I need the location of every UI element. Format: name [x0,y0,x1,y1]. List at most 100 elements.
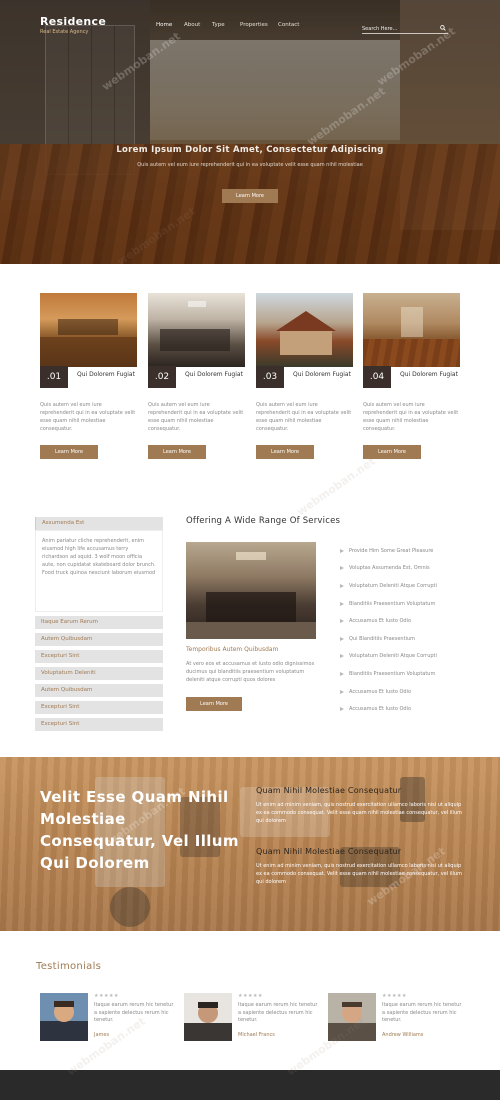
footer [0,1070,500,1100]
search-box [362,24,448,34]
chevron-right-icon [340,583,344,588]
testimonial-3: ★★★★★ Itaque earum rerum hic tenetur a s… [328,993,468,1043]
hero-learn-more-button[interactable]: Learn More [222,189,278,203]
accordion-body: Anim pariatur cliche reprehenderit, enim… [35,530,163,612]
chevron-right-icon [340,566,344,571]
hero-title: Lorem Ipsum Dolor Sit Amet, Consectetur … [116,145,384,155]
list-item[interactable]: Accusamus Et Iusto Odio [340,700,480,718]
list-item[interactable]: Accusamus Et Iusto Odio [340,683,480,701]
card-title: Qui Dolorem Fugiat [77,371,135,378]
testimonial-quote: Itaque earum rerum hic tenetur a sapient… [94,1002,174,1023]
accordion-item[interactable]: Excepturi Sint [35,650,163,663]
accordion-item[interactable]: Itaque Earum Rerum [35,616,163,629]
property-cards: .01 Qui Dolorem Fugiat Quis autem vel eu… [40,293,460,473]
accordion-item[interactable]: Excepturi Sint [35,701,163,714]
nav-item-type[interactable]: Type [212,22,240,28]
chevron-right-icon [340,601,344,606]
card-learn-more-button[interactable]: Learn More [363,445,421,459]
nav-item-home[interactable]: Home [156,22,184,28]
list-item[interactable]: Provide Him Some Great Pleasure [340,542,480,560]
hero-overlay [0,0,500,264]
services-list: Provide Him Some Great Pleasure Voluptas… [340,542,480,718]
services-image [186,542,316,639]
card-image-house[interactable] [256,293,353,367]
chevron-right-icon [340,636,344,641]
card-learn-more-button[interactable]: Learn More [148,445,206,459]
chevron-right-icon [340,671,344,676]
rating-stars: ★★★★★ [238,993,263,999]
card-title: Qui Dolorem Fugiat [400,371,458,378]
rating-stars: ★★★★★ [382,993,407,999]
card-number: .03 [256,366,284,388]
card-number: .02 [148,366,176,388]
chevron-right-icon [340,548,344,553]
search-input[interactable] [362,24,432,33]
testimonial-1: ★★★★★ Itaque earum rerum hic tenetur a s… [40,993,180,1043]
accordion-item-open[interactable]: Assumenda Est [35,517,163,530]
testimonial-quote: Itaque earum rerum hic tenetur a sapient… [238,1002,318,1023]
services-subtitle: Temporibus Autem Quibusdam [186,646,279,653]
feature-heading-1: Quam Nihil Molestiae Consequatur [256,786,402,795]
accordion: Assumenda Est Anim pariatur cliche repre… [35,517,163,731]
accordion-item[interactable]: Voluptatum Deleniti [35,667,163,680]
card-text: Quis autem vel eum iure reprehenderit qu… [148,402,244,432]
list-item-label: Voluptas Assumenda Est, Omnis [349,565,430,572]
list-item[interactable]: Blanditiis Praesentium Voluptatum [340,665,480,683]
services-title: Offering A Wide Range Of Services [186,516,341,526]
hero-text: Quis autem vel eum iure reprehenderit qu… [137,162,363,168]
nav-item-about[interactable]: About [184,22,212,28]
rating-stars: ★★★★★ [94,993,119,999]
avatar [328,993,376,1041]
accordion-item[interactable]: Autem Quibusdam [35,684,163,697]
card-learn-more-button[interactable]: Learn More [256,445,314,459]
feature-title: Velit Esse Quam Nihil Molestiae Consequa… [40,788,239,872]
list-item-label: Accusamus Et Iusto Odio [349,688,412,695]
card-image-dining[interactable] [148,293,245,367]
list-item-label: Voluptatum Deleniti Atque Corrupti [349,653,437,660]
nav-item-contact[interactable]: Contact [278,22,306,28]
page: Residence Real Estate Agency Home About … [0,0,500,1100]
list-item-label: Qui Blanditiis Praesentium [349,635,415,642]
nav-item-properties[interactable]: Properties [240,22,278,28]
main-nav: Home About Type Properties Contact [156,22,306,28]
testimonial-quote: Itaque earum rerum hic tenetur a sapient… [382,1002,462,1023]
hero-section [0,0,500,264]
services-text: At vero eos et accusamus et iusto odio d… [186,661,315,683]
testimonial-name: Michael Francs [238,1032,275,1038]
list-item[interactable]: Accusamus Et Iusto Odio [340,612,480,630]
card-text: Quis autem vel eum iure reprehenderit qu… [363,402,459,432]
list-item-label: Accusamus Et Iusto Odio [349,706,412,713]
list-item[interactable]: Voluptatum Deleniti Atque Corrupti [340,577,480,595]
list-item-label: Voluptatum Deleniti Atque Corrupti [349,582,437,589]
card-title: Qui Dolorem Fugiat [293,371,351,378]
brand-logo[interactable]: Residence Real Estate Agency [40,15,106,35]
brand-subtitle: Real Estate Agency [40,29,89,35]
list-item[interactable]: Blanditiis Praesentium Voluptatum [340,595,480,613]
list-item[interactable]: Voluptatum Deleniti Atque Corrupti [340,648,480,666]
avatar [40,993,88,1041]
list-item[interactable]: Qui Blanditiis Praesentium [340,630,480,648]
accordion-item[interactable]: Excepturi Sint [35,718,163,731]
chevron-right-icon [340,707,344,712]
chevron-right-icon [340,619,344,624]
card-text: Quis autem vel eum iure reprehenderit qu… [40,402,136,432]
list-item-label: Provide Him Some Great Pleasure [349,547,434,554]
property-card-3: .03 Qui Dolorem Fugiat Quis autem vel eu… [256,293,353,459]
chevron-right-icon [340,654,344,659]
avatar [184,993,232,1041]
feature-heading-2: Quam Nihil Molestiae Consequatur [256,847,402,856]
card-number: .04 [363,366,391,388]
card-image-hallway[interactable] [363,293,460,367]
chevron-right-icon [340,689,344,694]
list-item[interactable]: Voluptas Assumenda Est, Omnis [340,560,480,578]
property-card-1: .01 Qui Dolorem Fugiat Quis autem vel eu… [40,293,137,459]
search-icon[interactable] [440,25,446,31]
card-image-kitchen[interactable] [40,293,137,367]
card-title: Qui Dolorem Fugiat [185,371,243,378]
services-learn-more-button[interactable]: Learn More [186,697,242,711]
property-card-2: .02 Qui Dolorem Fugiat Quis autem vel eu… [148,293,245,459]
card-learn-more-button[interactable]: Learn More [40,445,98,459]
accordion-item[interactable]: Autem Quibusdam [35,633,163,646]
testimonial-2: ★★★★★ Itaque earum rerum hic tenetur a s… [184,993,324,1043]
brand-title: Residence [40,15,107,28]
